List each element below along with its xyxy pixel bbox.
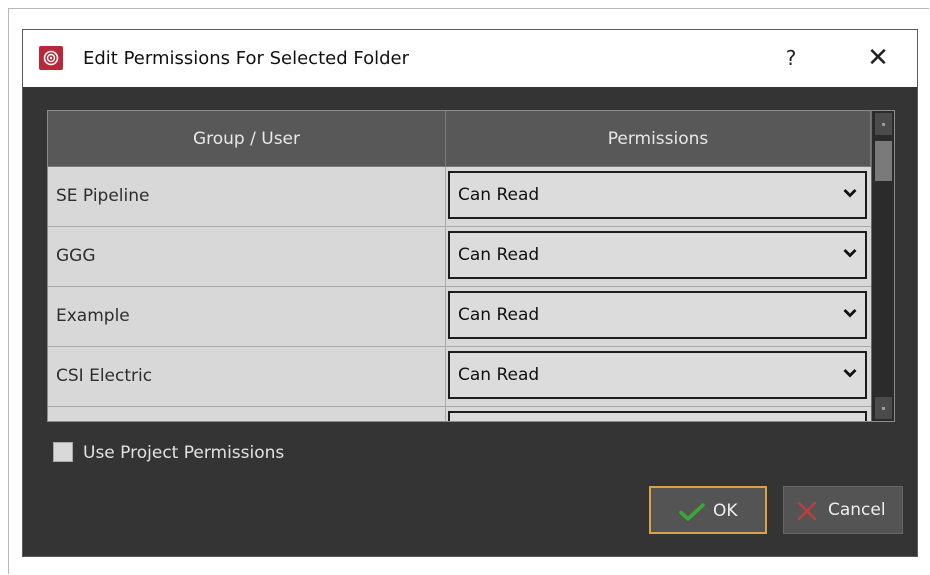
group-name-cell: CSI Electric (48, 347, 446, 407)
column-header-permissions[interactable]: Permissions (446, 111, 871, 167)
group-name-cell: Example (48, 287, 446, 347)
cancel-button-label: Cancel (828, 500, 886, 520)
help-button[interactable]: ? (771, 38, 811, 78)
app-logo-icon (39, 46, 63, 70)
scroll-up-button[interactable] (875, 113, 892, 135)
ok-button[interactable]: OK (649, 486, 767, 534)
table-body: SE Pipeline Can Read GGG Can Read Exampl… (48, 167, 871, 421)
dialog-titlebar: Edit Permissions For Selected Folder ? ✕ (23, 30, 917, 87)
table-row[interactable]: GGG Can Read (48, 227, 871, 287)
permissions-table: Group / User Permissions SE Pipeline Can… (47, 110, 895, 422)
permission-cell: Can Read (446, 167, 871, 227)
chevron-down-icon (843, 369, 857, 378)
use-project-permissions-checkbox[interactable] (53, 442, 73, 462)
table-row[interactable]: SE Pipeline Can Read (48, 167, 871, 227)
permission-select-value: Can Read (458, 305, 540, 325)
close-button[interactable]: ✕ (858, 38, 898, 78)
permission-cell: Can Read (446, 287, 871, 347)
table-row[interactable]: Example Can Read (48, 287, 871, 347)
checkmark-icon (679, 503, 705, 521)
permission-cell (446, 407, 871, 421)
permission-select-value: Can Read (458, 185, 540, 205)
chevron-down-icon (843, 249, 857, 258)
chevron-down-icon (843, 189, 857, 198)
cancel-button[interactable]: Cancel (783, 486, 903, 534)
permission-select[interactable]: Can Read (448, 351, 867, 399)
permission-select[interactable]: Can Read (448, 291, 867, 339)
use-project-permissions-label: Use Project Permissions (83, 443, 285, 463)
permission-select[interactable]: Can Read (448, 231, 867, 279)
table-row[interactable]: CSI Electric Can Read (48, 347, 871, 407)
table-header: Group / User Permissions (48, 111, 871, 167)
vertical-scrollbar[interactable] (871, 111, 894, 421)
scroll-down-button[interactable] (875, 397, 892, 419)
use-project-permissions-option[interactable]: Use Project Permissions (53, 442, 353, 466)
column-header-group-user[interactable]: Group / User (48, 111, 446, 167)
permission-select[interactable] (448, 411, 867, 421)
group-name-cell (48, 407, 446, 421)
table-row[interactable] (48, 407, 871, 421)
permission-select-value: Can Read (458, 365, 540, 385)
dialog-title: Edit Permissions For Selected Folder (83, 48, 409, 69)
x-icon (797, 502, 817, 520)
ok-button-label: OK (713, 501, 738, 521)
edit-permissions-dialog: Edit Permissions For Selected Folder ? ✕… (22, 29, 918, 557)
permission-select[interactable]: Can Read (448, 171, 867, 219)
chevron-down-icon (843, 309, 857, 318)
permission-cell: Can Read (446, 347, 871, 407)
group-name-cell: SE Pipeline (48, 167, 446, 227)
permission-select-value: Can Read (458, 245, 540, 265)
group-name-cell: GGG (48, 227, 446, 287)
permission-cell: Can Read (446, 227, 871, 287)
scroll-thumb[interactable] (875, 141, 892, 181)
